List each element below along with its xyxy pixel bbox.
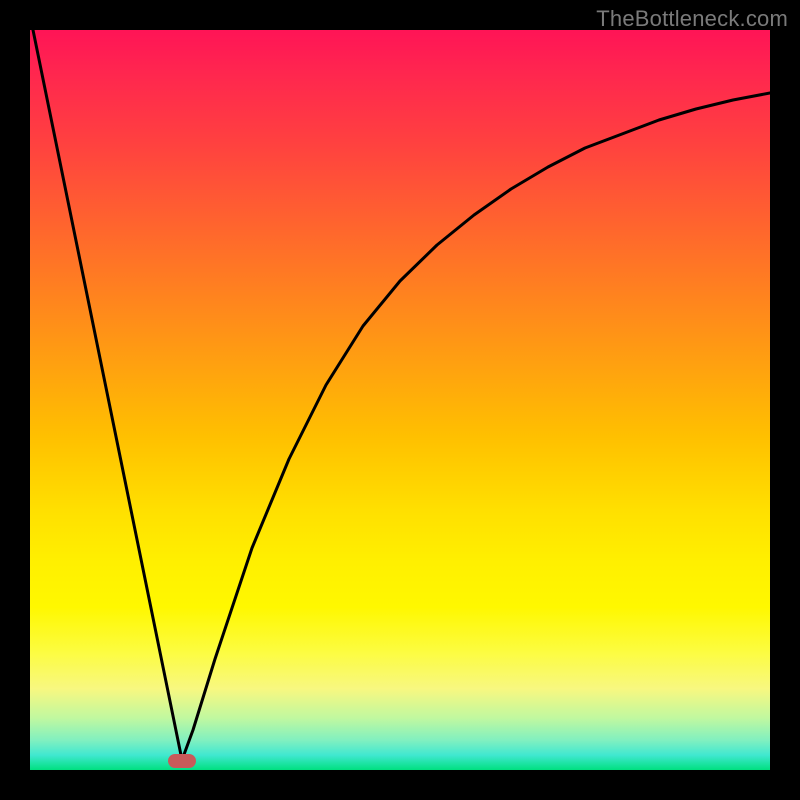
- chart-frame: TheBottleneck.com: [0, 0, 800, 800]
- attribution-text: TheBottleneck.com: [596, 6, 788, 32]
- plot-area: [30, 30, 770, 770]
- curve-svg: [30, 30, 770, 770]
- minimum-marker: [168, 754, 196, 768]
- curve-path: [33, 30, 770, 760]
